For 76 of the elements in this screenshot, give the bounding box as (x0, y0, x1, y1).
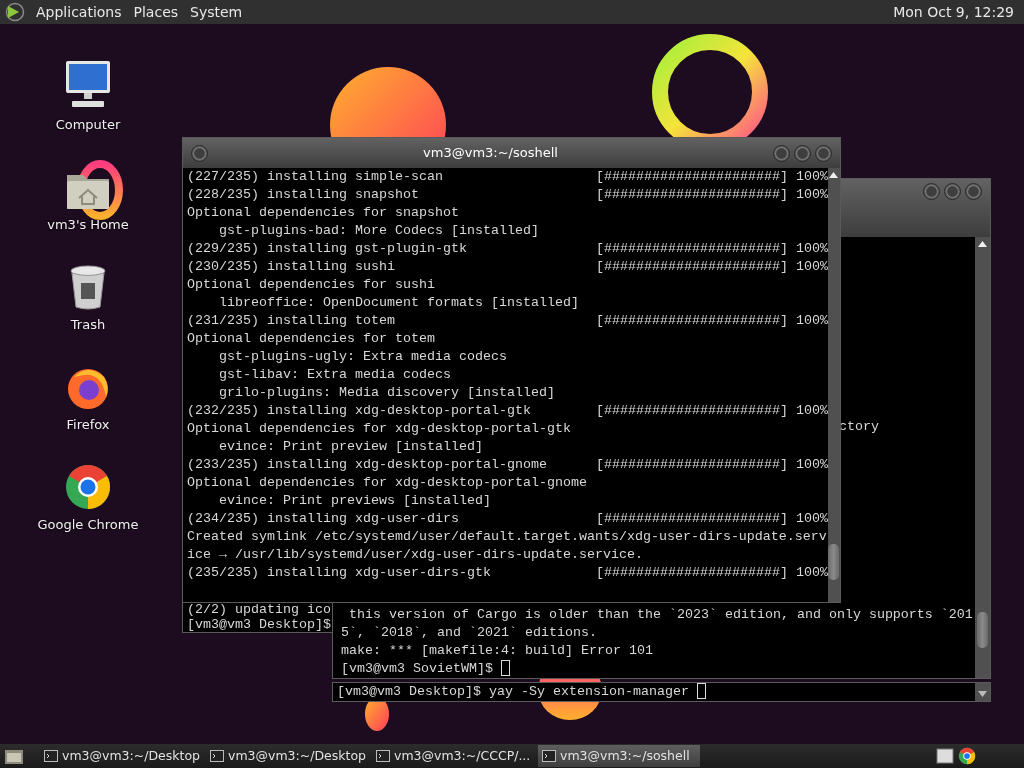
terminal-line: Optional dependencies for totem (187, 330, 435, 348)
terminal-line: Optional dependencies for snapshot (187, 204, 459, 222)
terminal-line: (233/235) installing xdg-desktop-portal-gnome (187, 456, 548, 474)
menu-item[interactable]: System (184, 0, 249, 24)
terminal-icon (542, 750, 556, 762)
window-button[interactable] (815, 144, 832, 162)
terminal-line: [vm3@vm3 Desktop]$ (187, 617, 331, 632)
icon-label[interactable]: Firefox (66, 414, 110, 434)
progress-text: [######################] 100% (596, 402, 828, 420)
window-button[interactable] (773, 144, 790, 162)
browser-icon[interactable] (64, 462, 112, 511)
menu-item[interactable]: Applications (30, 0, 128, 24)
terminal-icon (210, 750, 224, 762)
terminal-line: Optional dependencies for xdg-desktop-portal-gnome (187, 474, 587, 492)
progress-text: [######################] 100% (596, 456, 828, 474)
terminal-line: gst-plugins-bad: More Codecs [installed] (218, 222, 539, 240)
terminal-line: evince: Print previews [installed] (218, 492, 491, 510)
terminal-line: make: *** [makefile:4: build] Error 101 (341, 642, 653, 660)
icon-label[interactable]: Google Chrome (37, 514, 139, 534)
window-button[interactable] (944, 183, 961, 200)
terminal-line: (234/235) installing xdg-user-dirs (187, 510, 460, 528)
window-button[interactable] (923, 183, 940, 200)
scroll-up-icon[interactable] (978, 241, 987, 247)
scrollbar-thumb[interactable] (977, 612, 988, 648)
progress-text: [######################] 100% (596, 564, 828, 582)
progress-text: [######################] 100% (596, 258, 828, 276)
terminal-line: (227/235) installing simple-scan (187, 168, 444, 186)
terminal-line: gst-libav: Extra media codecs (218, 366, 451, 384)
window-button[interactable] (965, 183, 982, 200)
scrollbar-thumb[interactable] (828, 544, 840, 580)
terminal-icon (44, 750, 58, 762)
progress-text: [######################] 100% (596, 510, 828, 528)
scroll-down-icon[interactable] (978, 691, 987, 697)
show-desktop-icon[interactable] (4, 747, 24, 765)
browser-icon[interactable] (958, 747, 976, 765)
terminal-line: (2/2) updating ico (187, 602, 331, 617)
taskbar-button[interactable]: vm3@vm3:~/soshell (538, 745, 700, 767)
terminal-line: gst-plugins-ugly: Extra media codecs (218, 348, 507, 366)
taskbar-button[interactable]: vm3@vm3:~/CCCP/... (372, 745, 534, 767)
terminal-line: evince: Print preview [installed] (218, 438, 483, 456)
progress-text: [######################] 100% (596, 186, 828, 204)
terminal-line: ice → /usr/lib/systemd/user/xdg-user-dirs-update.service. (187, 546, 643, 564)
terminal-line: Optional dependencies for sushi (187, 276, 435, 294)
icon-label[interactable]: Trash (70, 314, 106, 334)
window-button[interactable] (191, 144, 208, 162)
terminal-line: (228/235) installing snapshot (187, 186, 420, 204)
icon-label[interactable]: vm3's Home (47, 214, 129, 234)
terminal-line: [vm3@vm3 Desktop]$ yay -Sy extension-manager (337, 683, 689, 701)
terminal-line: (235/235) installing xdg-user-dirs-gtk (187, 564, 492, 582)
terminal-line: (230/235) installing sushi (187, 258, 396, 276)
logo-icon[interactable] (4, 2, 26, 22)
terminal-line: this version of Cargo is older than the `2023` edition, and only supports `201 (348, 606, 973, 624)
progress-text: [######################] 100% (596, 312, 828, 330)
menu-item[interactable]: Places (127, 0, 185, 24)
terminal-line: grilo-plugins: Media discovery [installed] (218, 384, 555, 402)
scrollbar[interactable] (975, 237, 990, 678)
clock[interactable]: Mon Oct 9, 12:29 (887, 0, 1020, 24)
terminal-line: (229/235) installing gst-plugin-gtk (187, 240, 468, 258)
terminal-line: Optional dependencies for xdg-desktop-portal-gtk (187, 420, 571, 438)
terminal-line: libreoffice: OpenDocument formats [installed] (218, 294, 579, 312)
trash-icon[interactable] (68, 264, 108, 311)
taskbar-button[interactable]: vm3@vm3:~/Desktop (40, 745, 202, 767)
terminal-line: (232/235) installing xdg-desktop-portal-gtk (187, 402, 532, 420)
window-title: vm3@vm3:~/soshell (422, 144, 559, 163)
icon-label[interactable]: Computer (55, 114, 121, 134)
terminal-line: [vm3@vm3 SovietWM]$ (341, 660, 493, 678)
terminal-line: Created symlink /etc/systemd/user/default.target.wants/xdg-user-dirs-update.serv (187, 528, 827, 546)
terminal-line: (231/235) installing totem (187, 312, 396, 330)
window-icon[interactable] (936, 747, 954, 765)
terminal-line: 5`, `2018`, and `2021` editions. (341, 624, 597, 642)
progress-text: [######################] 100% (596, 168, 828, 186)
progress-text: [######################] 100% (596, 240, 828, 258)
scrollbar[interactable] (975, 683, 990, 701)
terminal-icon (376, 750, 390, 762)
taskbar-button[interactable]: vm3@vm3:~/Desktop (206, 745, 368, 767)
window-button[interactable] (794, 144, 811, 162)
